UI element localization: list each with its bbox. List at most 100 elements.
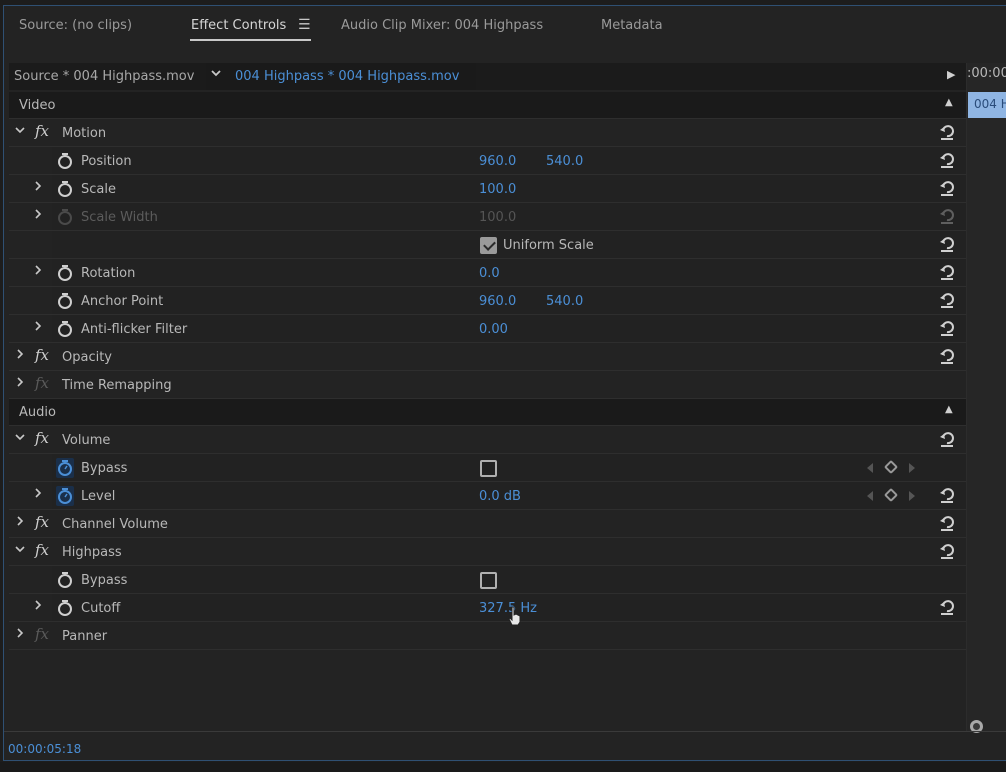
effect-row-channel-volume[interactable]: fx Channel Volume [9,510,966,538]
source-clip-label[interactable]: Source * 004 Highpass.mov [14,69,194,84]
hamburger-menu-icon[interactable]: ☰ [298,17,311,33]
property-label: Level [81,489,116,504]
volume-bypass-checkbox[interactable] [480,460,497,477]
chevron-right-icon[interactable] [15,627,25,642]
panel-tab-bar: Source: (no clips) Effect Controls ☰ Aud… [4,6,1006,48]
property-row-volume-level: Level 0.0 dB [9,482,966,510]
property-row-highpass-bypass: Bypass [9,566,966,594]
effect-row-highpass[interactable]: fx Highpass [9,538,966,566]
property-label: Anti-flicker Filter [81,322,188,337]
keyframe-navigator [867,459,923,475]
anchor-y-value[interactable]: 540.0 [546,294,583,309]
sequence-clip-label[interactable]: 004 Highpass * 004 Highpass.mov [235,69,459,84]
effect-row-panner[interactable]: fx Panner [9,622,966,650]
previous-keyframe-icon[interactable] [867,491,873,501]
play-triangle-icon[interactable]: ▶ [947,68,955,81]
timeline-clip[interactable]: 004 Highpass [968,92,1006,118]
reset-icon[interactable] [937,262,957,282]
property-row-cutoff: Cutoff 327.5 Hz [9,594,966,622]
chevron-right-icon[interactable] [15,515,25,530]
reset-icon[interactable] [937,429,957,449]
stopwatch-icon[interactable] [56,570,74,590]
effect-row-motion[interactable]: fx Motion [9,119,966,147]
reset-icon[interactable] [937,346,957,366]
reset-icon[interactable] [937,318,957,338]
uniform-scale-checkbox[interactable] [480,237,497,254]
chevron-down-icon[interactable] [15,124,25,139]
property-label: Rotation [81,266,136,281]
property-label: Bypass [81,573,128,588]
fx-icon[interactable]: fx [35,513,49,531]
add-keyframe-icon[interactable] [883,487,899,503]
stopwatch-icon[interactable] [56,263,74,283]
stopwatch-icon[interactable] [56,598,74,618]
next-keyframe-icon[interactable] [909,491,915,501]
reset-icon[interactable] [937,234,957,254]
next-keyframe-icon[interactable] [909,463,915,473]
tab-audio-clip-mixer[interactable]: Audio Clip Mixer: 004 Highpass [341,18,543,33]
reset-icon[interactable] [937,178,957,198]
chevron-down-icon[interactable] [15,431,25,446]
chevron-down-icon[interactable] [15,543,25,558]
reset-icon [940,209,954,224]
mini-timeline[interactable]: :00:00 004 Highpass [966,63,1006,733]
section-header-audio: Audio ▲ [9,399,966,426]
stopwatch-icon[interactable] [56,151,74,171]
anchor-x-value[interactable]: 960.0 [479,294,516,309]
chevron-right-icon[interactable] [33,180,43,195]
stopwatch-icon[interactable] [56,319,74,339]
effect-row-volume[interactable]: fx Volume [9,426,966,454]
current-timecode[interactable]: 00:00:05:18 [8,742,81,756]
property-row-anti-flicker: Anti-flicker Filter 0.00 [9,315,966,343]
fx-icon[interactable]: fx [35,429,49,447]
tab-effect-controls[interactable]: Effect Controls [191,18,286,33]
reset-icon[interactable] [937,290,957,310]
chevron-right-icon[interactable] [33,599,43,614]
effect-label: Motion [62,126,107,141]
rotation-value[interactable]: 0.0 [479,266,500,281]
checkbox-label[interactable]: Uniform Scale [503,238,594,253]
reset-icon[interactable] [937,597,957,617]
chevron-down-icon[interactable] [210,67,222,82]
reset-icon[interactable] [937,541,957,561]
add-keyframe-icon[interactable] [883,459,899,475]
bottom-strip [0,762,1006,772]
chevron-right-icon[interactable] [33,208,43,223]
collapse-up-icon[interactable]: ▲ [945,404,953,415]
property-label: Anchor Point [81,294,164,309]
stopwatch-icon[interactable] [56,458,74,478]
tab-metadata[interactable]: Metadata [601,18,663,33]
chevron-right-icon[interactable] [33,320,43,335]
reset-icon[interactable] [937,485,957,505]
previous-keyframe-icon[interactable] [867,463,873,473]
position-x-value[interactable]: 960.0 [479,154,516,169]
anti-flicker-value[interactable]: 0.00 [479,322,508,337]
reset-icon[interactable] [937,513,957,533]
stopwatch-icon[interactable] [56,486,74,506]
effect-properties-list: Video ▲ fx Motion Position 960.0 540.0 S… [9,92,966,650]
chevron-right-icon[interactable] [15,376,25,391]
highpass-bypass-checkbox[interactable] [480,572,497,589]
position-y-value[interactable]: 540.0 [546,154,583,169]
scale-value[interactable]: 100.0 [479,182,516,197]
chevron-right-icon[interactable] [33,264,43,279]
chevron-right-icon[interactable] [33,487,43,502]
fx-icon[interactable]: fx [35,122,49,140]
timeline-timecode: :00:00 [967,66,1006,81]
level-value[interactable]: 0.0 dB [479,489,521,504]
property-row-scale-width: Scale Width 100.0 [9,203,966,231]
reset-icon[interactable] [937,122,957,142]
effect-row-opacity[interactable]: fx Opacity [9,343,966,371]
chevron-right-icon[interactable] [15,348,25,363]
hand-cursor-icon [508,606,521,626]
tab-source[interactable]: Source: (no clips) [19,18,132,33]
stopwatch-icon[interactable] [56,179,74,199]
fx-icon[interactable]: fx [35,541,49,559]
collapse-up-icon[interactable]: ▲ [945,97,953,108]
fx-icon[interactable]: fx [35,346,49,364]
stopwatch-icon[interactable] [56,291,74,311]
reset-icon[interactable] [937,150,957,170]
effect-row-time-remapping[interactable]: fx Time Remapping [9,371,966,399]
property-label: Position [81,154,132,169]
effect-label: Highpass [62,545,122,560]
